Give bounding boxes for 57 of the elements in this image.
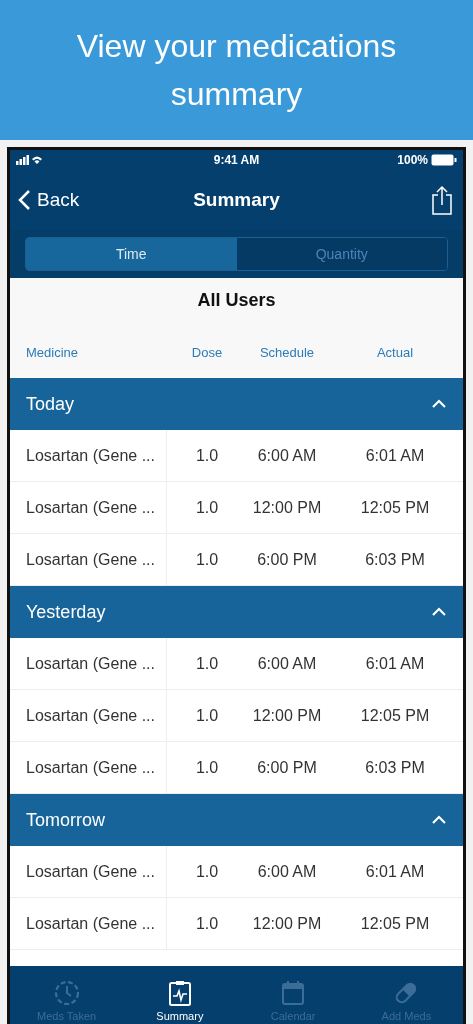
- dose-cell-text: 1.0: [194, 705, 220, 726]
- battery-percent: 100%: [397, 153, 428, 167]
- schedule-cell-text: 12:00 PM: [251, 497, 323, 518]
- actual-cell-text: 6:01 AM: [364, 445, 426, 466]
- signal-wifi-icon: [16, 155, 44, 165]
- section-header[interactable]: Today: [10, 378, 463, 430]
- section-title: Tomorrow: [26, 809, 105, 831]
- share-icon[interactable]: [431, 185, 453, 215]
- schedule-cell-text: 6:00 AM: [256, 861, 318, 882]
- medicine-cell: Losartan (Gene ...: [10, 534, 167, 585]
- column-header: Dose: [190, 345, 224, 360]
- dose-cell-text: 1.0: [194, 861, 220, 882]
- section-title: Yesterday: [26, 601, 106, 623]
- medicine-cell: Losartan (Gene ...: [10, 482, 167, 533]
- column-header: Actual: [375, 345, 415, 360]
- schedule-cell-text: 12:00 PM: [251, 705, 323, 726]
- back-button[interactable]: Back: [18, 189, 80, 211]
- banner-title: View your medications summary: [75, 27, 398, 114]
- actual-cell-text: 6:03 PM: [364, 549, 426, 570]
- section-title: Today: [26, 393, 75, 415]
- medicine-cell: Losartan (Gene ...: [10, 638, 167, 689]
- dose-cell-text: 1.0: [194, 549, 220, 570]
- schedule-cell-text: 6:00 AM: [256, 445, 318, 466]
- column-header: Medicine: [25, 345, 80, 360]
- column-header: Schedule: [258, 345, 316, 360]
- medicine-cell: Losartan (Gene ...: [10, 690, 167, 741]
- actual-cell-text: 6:01 AM: [364, 653, 426, 674]
- schedule-cell-text: 12:00 PM: [251, 913, 323, 934]
- status-time: 9:41 AM: [213, 153, 260, 167]
- calendar-icon: [281, 980, 306, 1006]
- dose-cell-text: 1.0: [194, 445, 220, 466]
- tab-bar-item[interactable]: Summary: [123, 966, 237, 1024]
- schedule-cell-text: 6:00 AM: [256, 653, 318, 674]
- segment-tab[interactable]: Time: [26, 238, 237, 270]
- clock-icon: [53, 980, 80, 1006]
- section-header[interactable]: Yesterday: [10, 586, 463, 638]
- medicine-cell: Losartan (Gene ...: [10, 846, 167, 897]
- actual-cell-text: 12:05 PM: [359, 497, 431, 518]
- dose-cell-text: 1.0: [194, 757, 220, 778]
- dose-cell-text: 1.0: [194, 913, 220, 934]
- battery-icon: [431, 154, 457, 166]
- medicine-cell: Losartan (Gene ...: [10, 898, 167, 949]
- medicine-cell: Losartan (Gene ...: [10, 742, 167, 793]
- dose-cell-text: 1.0: [194, 497, 220, 518]
- clipboard-icon: [167, 980, 192, 1006]
- actual-cell-text: 12:05 PM: [359, 705, 431, 726]
- actual-cell-text: 6:01 AM: [364, 861, 426, 882]
- section-header[interactable]: Tomorrow: [10, 794, 463, 846]
- actual-cell-text: 6:03 PM: [364, 757, 426, 778]
- actual-cell-text: 12:05 PM: [359, 913, 431, 934]
- chevron-left-icon: [18, 189, 31, 211]
- schedule-cell-text: 6:00 PM: [256, 549, 318, 570]
- users-heading: All Users: [196, 290, 277, 311]
- schedule-cell-text: 6:00 PM: [256, 757, 318, 778]
- medicine-cell: Losartan (Gene ...: [10, 430, 167, 481]
- screen-title: Summary: [193, 189, 280, 211]
- dose-cell-text: 1.0: [194, 653, 220, 674]
